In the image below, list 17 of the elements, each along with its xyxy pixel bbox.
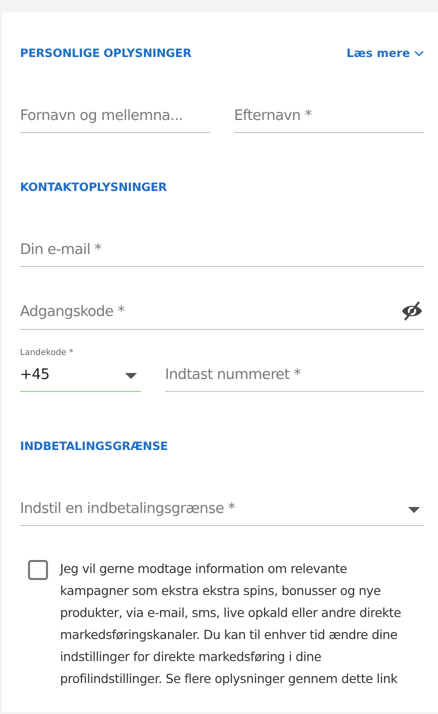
section-heading: INDBETALINGSGRÆNSE (20, 439, 168, 453)
password-field[interactable]: Adgangskode * (20, 297, 400, 329)
input-field[interactable]: Efternavn * (234, 101, 424, 133)
dropdown-field[interactable]: Indstil en indbetalingsgrænse * (20, 494, 424, 526)
section-heading: KONTAKTOPLYSNINGER (20, 180, 167, 194)
input-field[interactable]: Fornavn og mellemna... (20, 101, 210, 133)
field-label: Landekode * (20, 348, 74, 358)
eye-slash-icon (400, 300, 424, 322)
consent-text: Jeg vil gerne modtage information om relevante kampagner som ekstra ekstra spins, bonusser og nye produkter, via e-mail, sms, live opkald eller andre direkte markedsføringskanaler. Du kan til enhver tid ændre dine indstillinger for direkte markedsføring i dine profilindstillinger. Se flere oplysninger gennem dette link (60, 560, 402, 688)
read-more-link[interactable]: Læs mere (346, 46, 424, 60)
caret-down-icon (125, 373, 137, 379)
input-field[interactable]: Indtast nummeret * (165, 360, 424, 392)
chevron-down-icon (414, 50, 424, 56)
section-heading: PERSONLIGE OPLYSNINGER (20, 46, 192, 60)
caret-down-icon (408, 507, 420, 513)
checkbox[interactable] (28, 560, 48, 580)
input-field[interactable]: Din e-mail * (20, 235, 424, 267)
